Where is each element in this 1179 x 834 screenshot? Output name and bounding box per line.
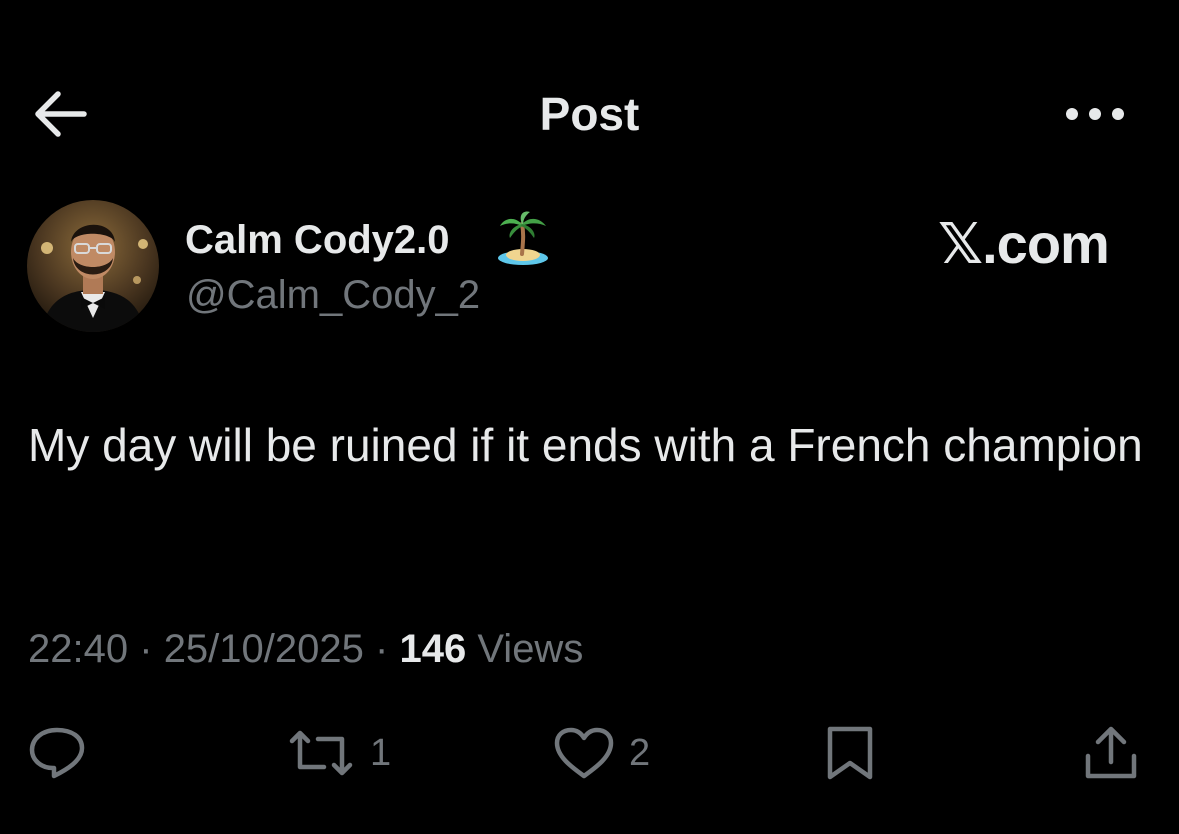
more-options-button[interactable] [1062,100,1128,128]
bookmark-icon [827,726,873,780]
like-button[interactable]: 2 [553,718,650,788]
heart-icon [554,727,614,779]
repost-icon [289,730,353,776]
more-horizontal-icon [1066,108,1124,120]
bookmark-button[interactable] [822,718,878,788]
share-button[interactable] [1082,718,1140,788]
post-text: My day will be ruined if it ends with a … [28,419,1143,471]
views-count: 146 [399,627,467,671]
post-meta: 22:40 · 25/10/2025 · 146 Views [28,623,583,675]
post-date[interactable]: 25/10/2025 [164,627,364,671]
x-com-watermark: 𝕏.com [938,212,1110,275]
repost-count: 1 [370,731,392,774]
share-icon [1085,726,1137,779]
page-title: Post [539,88,640,140]
post-time[interactable]: 22:40 [28,627,128,671]
repost-button[interactable]: 1 [286,718,391,788]
meta-separator: · [375,627,389,671]
author-display-name[interactable]: Calm Cody2.0 [185,214,450,266]
reply-button[interactable] [28,718,86,788]
avatar-photo [27,200,159,332]
author-handle[interactable]: @Calm_Cody_2 [186,270,480,320]
desert-island-icon [496,208,550,268]
meta-separator: · [139,627,153,671]
views-label: Views [477,627,584,671]
reply-icon [29,727,85,779]
avatar[interactable] [27,200,159,332]
like-count: 2 [629,731,651,774]
